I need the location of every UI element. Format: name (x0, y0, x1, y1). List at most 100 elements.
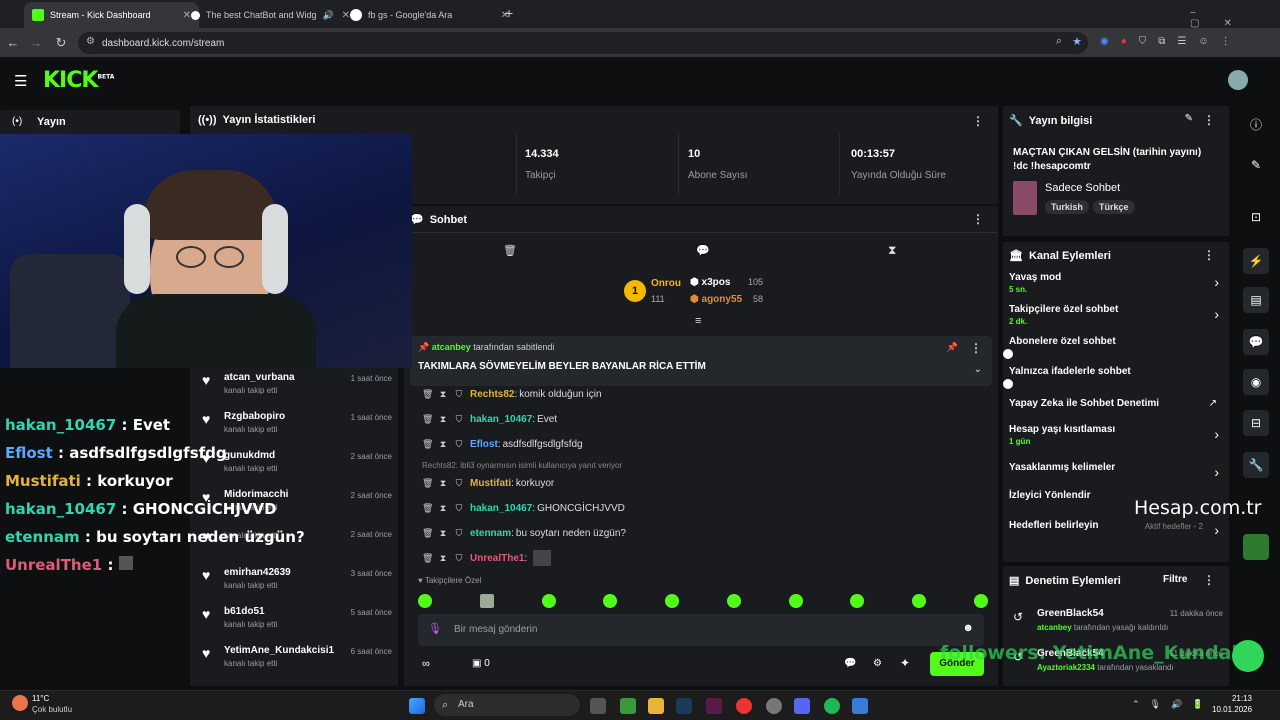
chevron-right-icon[interactable]: › (1214, 464, 1219, 480)
emote-icon[interactable] (665, 594, 680, 608)
trash-icon[interactable]: 🗑 (422, 528, 433, 539)
channel-action-row[interactable]: Takipçilere özel sohbet 2 dk. › (1009, 304, 1225, 332)
chat-username[interactable]: Eflost (470, 439, 498, 450)
chevron-right-icon[interactable]: › (1214, 274, 1219, 290)
emoji-icon[interactable]: ☻ (962, 622, 974, 634)
chevron-down-icon[interactable]: ⌄ (974, 364, 982, 375)
mod-target[interactable]: Ayaztoriak2334 (1037, 663, 1095, 672)
hourglass-icon[interactable]: ⧗ (438, 528, 448, 539)
kick-logo[interactable]: KICKBETA (43, 68, 114, 93)
extension-icon[interactable]: ● (1121, 36, 1127, 50)
new-tab-button[interactable]: + (505, 5, 513, 21)
points-counter[interactable]: ▣ 0 (472, 658, 490, 669)
tab-chatbot[interactable]: The best ChatBot and Widg 🔊 ✕ (183, 2, 358, 28)
zoom-icon[interactable]: ⌕ (1056, 35, 1062, 48)
emote-icon[interactable] (912, 594, 927, 608)
bookmark-star-icon[interactable]: ★ (1072, 35, 1082, 48)
tab-google[interactable]: fb gs - Google'da Ara ✕ (342, 2, 517, 28)
hourglass-icon[interactable]: ⧗ (438, 414, 448, 425)
leaderboard-entry[interactable]: ⬢ x3pos (690, 277, 730, 288)
external-link-icon[interactable]: ↗ (1209, 398, 1217, 409)
weather-desc[interactable]: Çok bulutlu (32, 705, 72, 714)
trash-icon[interactable]: 🗑 (503, 244, 517, 257)
microphone-icon[interactable]: 🎙 (428, 622, 442, 635)
shield-icon[interactable]: ⛉ (454, 553, 464, 564)
shield-icon[interactable]: ⛉ (454, 414, 464, 425)
lightning-icon[interactable]: ⚡ (1243, 248, 1269, 274)
taskbar-search[interactable]: ⌕ Ara (434, 694, 580, 716)
shield-icon[interactable]: ⛉ (454, 528, 464, 539)
discord-icon[interactable] (794, 698, 810, 714)
menu-kebab-icon[interactable]: ⋮ (970, 341, 982, 355)
app-icon[interactable] (852, 698, 868, 714)
category-name[interactable]: Sadece Sohbet (1045, 182, 1120, 194)
shield-icon[interactable]: ⛉ (454, 503, 464, 514)
system-tray[interactable]: ⌃🎙🔊🔋 (1132, 699, 1213, 710)
forward-icon[interactable]: → (27, 34, 45, 52)
chevron-right-icon[interactable]: › (1214, 522, 1219, 538)
info-icon[interactable]: ⓘ (1243, 111, 1269, 137)
emote-icon[interactable] (418, 594, 432, 608)
collapse-icon[interactable]: ≡ (695, 315, 701, 327)
spotify-icon[interactable] (824, 698, 840, 714)
chat-username[interactable]: hakan_10467 (470, 414, 532, 425)
chevron-right-icon[interactable]: › (1214, 426, 1219, 442)
shield-icon[interactable]: ⛉ (1139, 36, 1147, 50)
trash-icon[interactable]: 🗑 (422, 414, 433, 425)
tag-badge[interactable]: Türkçe (1093, 200, 1135, 214)
emote-icon[interactable] (788, 594, 803, 608)
chat-bubble-icon[interactable]: 💬 (844, 658, 856, 669)
shield-icon[interactable]: ⛉ (454, 478, 464, 489)
emote-icon[interactable] (479, 594, 494, 608)
windows-start-icon[interactable] (409, 698, 425, 714)
profile-icon[interactable]: ☺ (1198, 36, 1208, 50)
pencil-icon[interactable]: ✎ (1243, 152, 1269, 178)
channel-action-row[interactable]: Abonelere özel sohbet (1009, 336, 1225, 364)
hourglass-icon[interactable]: ⧗ (888, 243, 896, 258)
follower-name[interactable]: atcan_vurbana (224, 372, 295, 383)
bank-icon[interactable]: ⊟ (1243, 410, 1269, 436)
channel-action-row[interactable]: Hedefleri belirleyin › Aktif hedefler - 2 (1009, 520, 1225, 548)
steam-icon[interactable] (676, 698, 692, 714)
unpin-icon[interactable]: 📌 (947, 342, 958, 353)
infinity-icon[interactable]: ∞ (422, 658, 430, 670)
hourglass-icon[interactable]: ⧗ (438, 553, 448, 564)
chat-username[interactable]: UnrealThe1 (470, 553, 524, 564)
mod-user[interactable]: GreenBlack54 (1037, 608, 1104, 619)
gear-icon[interactable]: ⚙ (873, 658, 882, 669)
menu-kebab-icon[interactable]: ⋮ (972, 212, 984, 226)
chat-username[interactable]: Mustifati (470, 478, 511, 489)
chat-username[interactable]: hakan_10467 (470, 503, 532, 514)
follower-name[interactable]: b61do51 (224, 606, 277, 617)
trash-icon[interactable]: 🗑 (422, 439, 433, 450)
channel-action-row[interactable]: Yasaklanmış kelimeler › (1009, 462, 1225, 490)
screen-icon[interactable]: ⊡ (1243, 204, 1269, 230)
minecraft-icon[interactable] (620, 698, 636, 714)
hourglass-icon[interactable]: ⧗ (438, 439, 448, 450)
trash-icon[interactable]: 🗑 (422, 389, 433, 400)
emote-icon[interactable] (726, 594, 741, 608)
app-icon[interactable] (706, 698, 722, 714)
file-explorer-icon[interactable] (648, 698, 664, 714)
filter-button[interactable]: Filtre (1163, 574, 1187, 585)
window-controls[interactable]: –▢✕ (1190, 7, 1280, 29)
menu-kebab-icon[interactable]: ⋮ (1203, 113, 1215, 127)
clock-date[interactable]: 10.01.2026 (1212, 705, 1252, 714)
channel-action-row[interactable]: Hesap yaşı kısıtlaması 1 gün › (1009, 424, 1225, 452)
leaderboard-entry[interactable]: ⬢ agony55 (690, 294, 742, 305)
tag-badge[interactable]: Turkish (1045, 200, 1089, 214)
obs-icon[interactable] (766, 698, 782, 714)
hourglass-icon[interactable]: ⧗ (438, 478, 448, 489)
reading-list-icon[interactable]: ☰ (1177, 36, 1186, 50)
emote-icon[interactable] (973, 594, 988, 608)
trash-icon[interactable]: 🗑 (422, 478, 433, 489)
mod-target[interactable]: atcanbey (1037, 623, 1072, 632)
emote-icon[interactable] (850, 594, 865, 608)
chat-username[interactable]: etennam (470, 528, 511, 539)
document-icon[interactable]: ▤ (1243, 287, 1269, 313)
chrome-icon[interactable] (736, 698, 752, 714)
menu-kebab-icon[interactable]: ⋮ (1203, 248, 1215, 262)
extension-icon[interactable]: ◉ (1100, 36, 1109, 50)
chat-input[interactable]: 🎙 Bir mesaj gönderin ☻ (418, 614, 984, 646)
chevron-right-icon[interactable]: › (1214, 306, 1219, 322)
